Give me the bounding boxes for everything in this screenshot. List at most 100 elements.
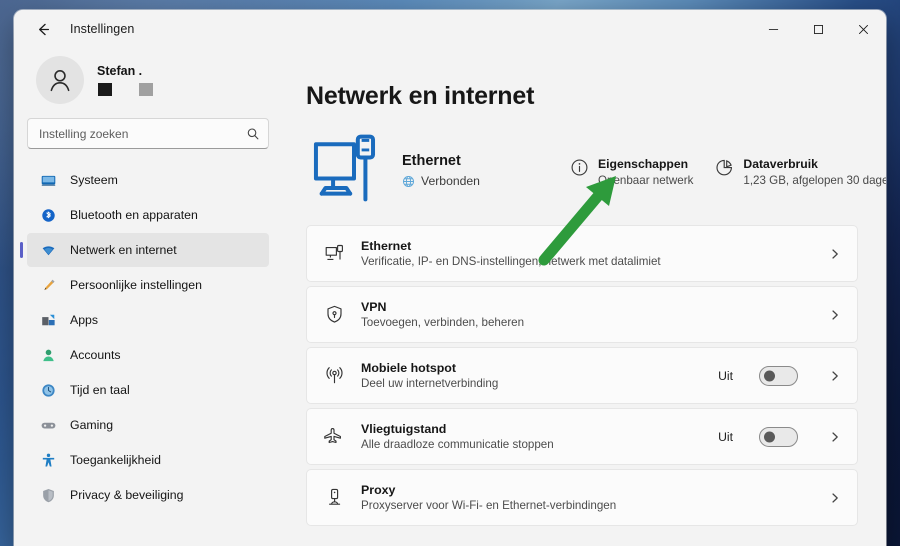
chevron-right-icon[interactable] (828, 492, 842, 504)
hero-info-subtitle: Openbaar netwerk (598, 174, 694, 187)
row-subtitle: Toevoegen, verbinden, beheren (361, 316, 525, 329)
close-icon (859, 24, 868, 34)
account-redactions (97, 83, 153, 96)
row-subtitle: Verificatie, IP- en DNS-instellingen, ne… (361, 255, 661, 268)
sidebar-item-privacy-beveiliging[interactable]: Privacy & beveiliging (27, 478, 269, 512)
chevron-right-icon[interactable] (828, 431, 842, 443)
sidebar-item-bluetooth-en-apparaten[interactable]: Bluetooth en apparaten (27, 198, 269, 232)
sidebar-item-label: Systeem (70, 173, 118, 187)
sidebar-nav: Systeem Bluetooth en apparaten Netwerk e… (27, 163, 269, 512)
row-text: Mobiele hotspot Deel uw internetverbindi… (361, 361, 702, 390)
settings-row-vpn[interactable]: VPN Toevoegen, verbinden, beheren (306, 286, 858, 343)
title-bar: Instellingen (14, 10, 886, 48)
avatar (36, 56, 84, 104)
toggle-knob (764, 370, 775, 381)
row-title: Proxy (361, 483, 396, 497)
personalization-brush-icon (40, 277, 57, 294)
minimize-button[interactable] (751, 10, 796, 48)
hero-name-block: Ethernet Verbonden (402, 127, 570, 188)
minimize-icon (768, 28, 779, 30)
hotspot-broadcast-icon (324, 365, 345, 386)
hero-network-status: Verbonden (402, 174, 570, 188)
sidebar-item-label: Tijd en taal (70, 383, 130, 397)
toggle-knob (764, 431, 775, 442)
row-title: Ethernet (361, 239, 412, 253)
desktop-background: Instellingen Stefan . Instelling zoeken … (0, 0, 900, 546)
hero-info-text: Dataverbruik 1,23 GB, afgelopen 30 dagen (743, 157, 886, 187)
sidebar-item-toegankelijkheid[interactable]: Toegankelijkheid (27, 443, 269, 477)
row-text: Proxy Proxyserver voor Wi-Fi- en Etherne… (361, 483, 812, 512)
row-title: Mobiele hotspot (361, 361, 456, 375)
sidebar-item-accounts[interactable]: Accounts (27, 338, 269, 372)
maximize-button[interactable] (796, 10, 841, 48)
hero-info-text: Eigenschappen Openbaar netwerk (598, 157, 693, 187)
info-circle-icon (570, 157, 589, 176)
row-subtitle: Proxyserver voor Wi-Fi- en Ethernet-verb… (361, 499, 617, 512)
chevron-right-icon[interactable] (828, 309, 842, 321)
network-hero: Ethernet Verbonden Eigenschappen Openbaa… (306, 127, 886, 211)
vpn-shield-icon (324, 304, 345, 325)
search-box[interactable] (27, 118, 269, 149)
row-title: VPN (361, 300, 387, 314)
caption-buttons (751, 10, 886, 48)
hotspot-toggle[interactable] (759, 365, 798, 386)
row-text: VPN Toevoegen, verbinden, beheren (361, 300, 812, 329)
shield-icon (40, 487, 57, 504)
main-content: Netwerk en internet Ethernet Verbonden E… (282, 48, 886, 546)
redacted-email-block (98, 83, 112, 96)
sidebar-item-label: Bluetooth en apparaten (70, 208, 198, 222)
airplane-icon (324, 426, 345, 447)
sidebar-item-netwerk-en-internet[interactable]: Netwerk en internet (27, 233, 269, 267)
sidebar-item-label: Privacy & beveiliging (70, 488, 184, 502)
sidebar-item-systeem[interactable]: Systeem (27, 163, 269, 197)
row-subtitle: Alle draadloze communicatie stoppen (361, 438, 554, 451)
arrow-left-icon (38, 23, 49, 35)
hero-info-title: Eigenschappen (598, 157, 689, 171)
hero-info-title: Dataverbruik (743, 157, 818, 171)
settings-rows: Ethernet Verificatie, IP- en DNS-instell… (306, 225, 858, 526)
hero-info-subtitle: 1,23 GB, afgelopen 30 dagen (743, 174, 886, 187)
chevron-right-icon[interactable] (828, 248, 842, 260)
toggle-state-label: Uit (718, 368, 733, 383)
airplane-mode-toggle[interactable] (759, 426, 798, 447)
clock-globe-icon (40, 382, 57, 399)
row-text: Vliegtuigstand Alle draadloze communicat… (361, 422, 702, 451)
sidebar-item-label: Toegankelijkheid (70, 453, 161, 467)
maximize-icon (814, 24, 823, 34)
window-title: Instellingen (70, 22, 135, 36)
gamepad-icon (40, 417, 57, 434)
search-input[interactable] (27, 118, 269, 149)
sidebar-item-label: Accounts (70, 348, 121, 362)
hero-info-dataverbruik[interactable]: Dataverbruik 1,23 GB, afgelopen 30 dagen (715, 157, 886, 187)
account-block[interactable]: Stefan . (27, 48, 269, 118)
toggle-state-label: Uit (718, 429, 733, 444)
settings-row-ethernet[interactable]: Ethernet Verificatie, IP- en DNS-instell… (306, 225, 858, 282)
pie-chart-icon (715, 157, 734, 176)
sidebar-item-tijd-en-taal[interactable]: Tijd en taal (27, 373, 269, 407)
bluetooth-icon (40, 207, 57, 224)
system-icon (40, 172, 57, 189)
sidebar: Stefan . Instelling zoeken Systeem Bluet… (14, 48, 282, 546)
settings-row-mobiele-hotspot[interactable]: Mobiele hotspot Deel uw internetverbindi… (306, 347, 858, 404)
sidebar-item-gaming[interactable]: Gaming (27, 408, 269, 442)
chevron-right-icon[interactable] (828, 370, 842, 382)
close-button[interactable] (841, 10, 886, 48)
settings-row-proxy[interactable]: Proxy Proxyserver voor Wi-Fi- en Etherne… (306, 469, 858, 526)
hero-status-label: Verbonden (421, 174, 480, 188)
accounts-person-icon (40, 347, 57, 364)
back-button[interactable] (26, 14, 60, 44)
hero-network-name: Ethernet (402, 153, 461, 169)
sidebar-item-persoonlijke-instellingen[interactable]: Persoonlijke instellingen (27, 268, 269, 302)
settings-window: Instellingen Stefan . Instelling zoeken … (14, 10, 886, 546)
sidebar-item-label: Netwerk en internet (70, 243, 177, 257)
proxy-server-icon (324, 487, 345, 508)
page-title: Netwerk en internet (306, 82, 535, 110)
sidebar-item-apps[interactable]: Apps (27, 303, 269, 337)
settings-row-vliegtuigstand[interactable]: Vliegtuigstand Alle draadloze communicat… (306, 408, 858, 465)
account-text: Stefan . (97, 64, 153, 96)
hero-info-group: Eigenschappen Openbaar netwerk Dataverbr… (570, 127, 886, 187)
hero-info-eigenschappen[interactable]: Eigenschappen Openbaar netwerk (570, 157, 693, 187)
sidebar-item-label: Persoonlijke instellingen (70, 278, 202, 292)
account-name: Stefan . (97, 64, 143, 78)
globe-icon (402, 175, 415, 187)
